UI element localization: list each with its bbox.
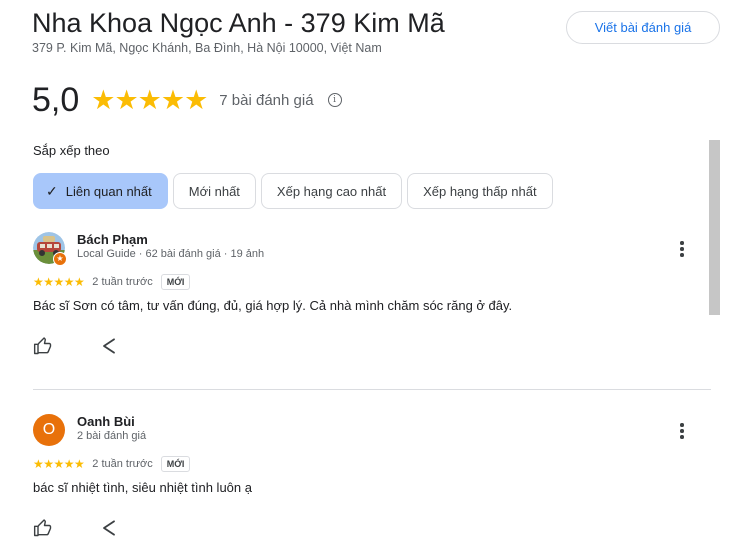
rating-stars: ★★★★★ — [91, 84, 208, 115]
reviewer-name[interactable]: Bách Phạm — [77, 232, 148, 247]
place-address: 379 P. Kim Mã, Ngọc Khánh, Ba Đình, Hà N… — [32, 41, 382, 55]
reviewer-meta: Local Guide · 62 bài đánh giá · 19 ảnh — [77, 248, 265, 260]
review-text: bác sĩ nhiệt tình, siêu nhiệt tình luôn … — [33, 480, 252, 495]
thumbs-up-icon — [33, 337, 52, 355]
avatar[interactable]: O — [33, 414, 65, 446]
review-text: Bác sĩ Sơn có tâm, tư vấn đúng, đủ, giá … — [33, 298, 513, 313]
local-guide-badge-icon: ★ — [53, 252, 67, 266]
place-title: Nha Khoa Ngọc Anh - 379 Kim Mã — [32, 8, 445, 38]
review-rating-row: ★★★★★ 2 tuần trước MỚI — [33, 272, 191, 292]
sort-chip-label: Xếp hạng thấp nhất — [423, 183, 537, 199]
sort-chip-highest[interactable]: Xếp hạng cao nhất — [260, 173, 403, 209]
sort-chip-lowest[interactable]: Xếp hạng thấp nhất — [407, 173, 553, 209]
review-divider — [33, 389, 711, 390]
review-item: ★ Bách Phạm Local Guide · 62 bài đánh gi… — [33, 232, 713, 372]
sort-chips: ✓ Liên quan nhất Mới nhất Xếp hạng cao n… — [33, 173, 553, 209]
review-time: 2 tuần trước — [92, 458, 153, 470]
sort-chip-label: Mới nhất — [188, 183, 240, 199]
like-button[interactable] — [33, 518, 53, 538]
review-actions — [33, 518, 119, 538]
review-time: 2 tuần trước — [92, 276, 153, 288]
new-badge: MỚI — [160, 456, 191, 472]
sort-label: Sắp xếp theo — [33, 143, 110, 158]
share-button[interactable] — [99, 518, 119, 538]
sort-chip-newest[interactable]: Mới nhất — [172, 173, 256, 209]
rating-summary: 5,0 ★★★★★ 7 bài đánh giá i — [32, 80, 342, 120]
sort-chip-relevant[interactable]: ✓ Liên quan nhất — [33, 173, 168, 209]
check-icon: ✓ — [46, 182, 58, 199]
share-icon — [103, 520, 115, 536]
review-actions — [33, 336, 119, 356]
thumbs-up-icon — [33, 519, 52, 537]
review-count[interactable]: 7 bài đánh giá — [219, 92, 313, 109]
sort-chip-label: Liên quan nhất — [65, 183, 152, 199]
more-options-button[interactable] — [674, 238, 690, 260]
reviewer-meta: 2 bài đánh giá — [77, 430, 147, 442]
sort-chip-label: Xếp hạng cao nhất — [276, 183, 387, 199]
new-badge: MỚI — [160, 274, 191, 290]
more-options-button[interactable] — [674, 420, 690, 442]
review-item: O Oanh Bùi 2 bài đánh giá ★★★★★ 2 tuần t… — [33, 414, 713, 554]
review-stars: ★★★★★ — [33, 275, 85, 289]
write-review-button[interactable]: Viết bài đánh giá — [566, 11, 720, 44]
average-rating: 5,0 — [32, 80, 80, 119]
more-vert-icon — [680, 241, 684, 245]
like-button[interactable] — [33, 336, 53, 356]
review-rating-row: ★★★★★ 2 tuần trước MỚI — [33, 454, 191, 474]
info-icon[interactable]: i — [327, 93, 342, 107]
share-button[interactable] — [99, 336, 119, 356]
reviewer-name[interactable]: Oanh Bùi — [77, 414, 135, 429]
more-vert-icon — [680, 423, 684, 427]
review-stars: ★★★★★ — [33, 457, 85, 471]
share-icon — [103, 338, 115, 354]
